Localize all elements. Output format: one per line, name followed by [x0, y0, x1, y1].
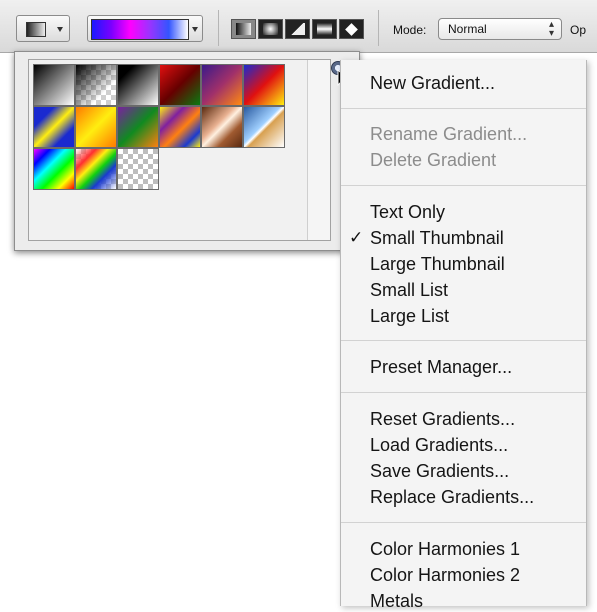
- opacity-label: Op: [570, 23, 587, 37]
- menu-separator: [341, 108, 586, 109]
- gradient-dropdown-arrow-icon: [192, 27, 198, 32]
- mode-select[interactable]: Normal ▴ ▾: [438, 18, 562, 40]
- menu-item-rename-gradient: Rename Gradient...: [370, 124, 528, 144]
- dropdown-arrow-icon: [57, 27, 63, 32]
- menu-item-text-only[interactable]: Text Only: [370, 201, 445, 223]
- gradient-picker-panel: [14, 51, 360, 251]
- gradient-swatch[interactable]: [33, 106, 75, 148]
- gradient-swatch[interactable]: [75, 64, 117, 106]
- mode-label: Mode:: [393, 23, 427, 37]
- toolbar-separator: [218, 10, 219, 46]
- gradient-swatch[interactable]: [75, 148, 117, 190]
- menu-separator: [341, 185, 586, 186]
- menu-item-delete-gradient: Delete Gradient: [370, 150, 497, 170]
- gradient-preview-swatch: [91, 19, 189, 40]
- gradient-tool-icon: [26, 22, 46, 37]
- gradient-preview-button[interactable]: [87, 15, 203, 42]
- gradient-swatch[interactable]: [201, 106, 243, 148]
- gradient-swatch[interactable]: [201, 64, 243, 106]
- radial-gradient-icon[interactable]: [258, 19, 283, 39]
- gradient-swatch[interactable]: [159, 106, 201, 148]
- gradient-swatch[interactable]: [75, 106, 117, 148]
- gradient-swatch[interactable]: [159, 64, 201, 106]
- gradient-swatch-grid: [28, 59, 331, 241]
- toolbar-separator: [378, 10, 379, 46]
- menu-item-replace-gradients[interactable]: Replace Gradients...: [370, 486, 534, 508]
- select-arrows-icon: ▴ ▾: [548, 19, 554, 39]
- menu-separator: [341, 340, 586, 341]
- swatch-scrollbar[interactable]: [307, 60, 330, 240]
- gradient-swatch[interactable]: [117, 106, 159, 148]
- menu-item-load-gradients[interactable]: Load Gradients...: [370, 434, 508, 456]
- menu-item-large-thumbnail[interactable]: Large Thumbnail: [370, 253, 505, 275]
- menu-item-new-gradient[interactable]: New Gradient...: [370, 72, 495, 94]
- angle-gradient-icon[interactable]: [285, 19, 310, 39]
- menu-item-small-list[interactable]: Small List: [370, 279, 448, 301]
- menu-item-small-thumbnail[interactable]: Small Thumbnail: [370, 227, 504, 249]
- menu-item-save-gradients[interactable]: Save Gradients...: [370, 460, 509, 482]
- menu-item-large-list[interactable]: Large List: [370, 305, 449, 327]
- gradient-swatch[interactable]: [243, 106, 285, 148]
- gradient-swatch[interactable]: [243, 64, 285, 106]
- mode-select-value: Normal: [448, 22, 487, 36]
- menu-item-metals[interactable]: Metals: [370, 590, 423, 612]
- checkmark-icon: ✓: [349, 228, 364, 247]
- tool-preset-picker-button[interactable]: [16, 15, 70, 42]
- menu-item-reset-gradients[interactable]: Reset Gradients...: [370, 408, 515, 430]
- reflected-gradient-icon[interactable]: [312, 19, 337, 39]
- gradient-panel-menu: New Gradient... Rename Gradient... Delet…: [340, 60, 587, 611]
- menu-separator: [341, 392, 586, 393]
- menu-item-preset-manager[interactable]: Preset Manager...: [370, 356, 512, 378]
- gradient-swatch[interactable]: [33, 148, 75, 190]
- gradient-swatch[interactable]: [33, 64, 75, 106]
- gradient-swatch[interactable]: [117, 64, 159, 106]
- menu-item-color-harmonies-1[interactable]: Color Harmonies 1: [370, 538, 520, 560]
- menu-item-color-harmonies-2[interactable]: Color Harmonies 2: [370, 564, 520, 586]
- linear-gradient-icon[interactable]: [231, 19, 256, 39]
- diamond-gradient-icon[interactable]: [339, 19, 364, 39]
- menu-separator: [341, 522, 586, 523]
- gradient-swatch[interactable]: [117, 148, 159, 190]
- gradient-type-buttons: [231, 19, 365, 39]
- options-toolbar: Mode: Normal ▴ ▾ Op: [0, 0, 597, 53]
